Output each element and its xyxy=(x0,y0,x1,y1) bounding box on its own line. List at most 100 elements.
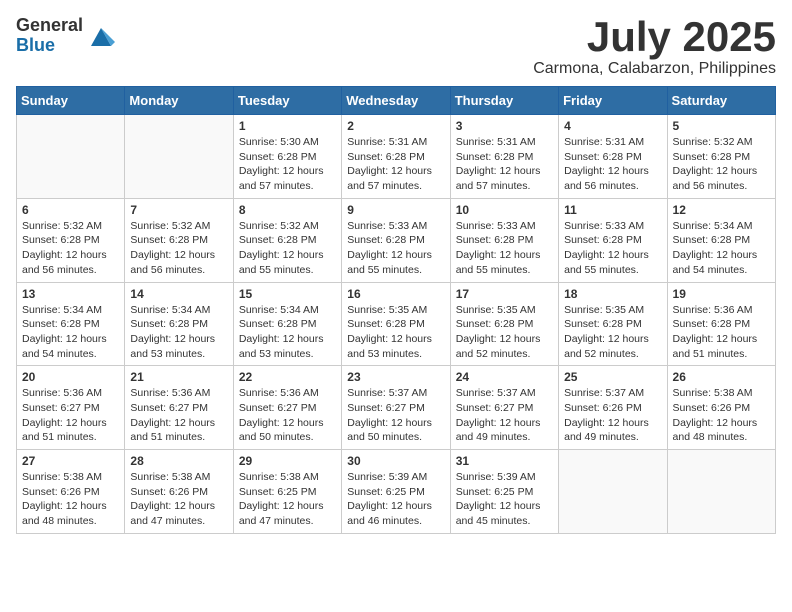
day-info: Sunrise: 5:37 AMSunset: 6:27 PMDaylight:… xyxy=(456,387,541,443)
calendar-cell: 17 Sunrise: 5:35 AMSunset: 6:28 PMDaylig… xyxy=(450,282,558,366)
day-number: 28 xyxy=(130,454,227,468)
day-info: Sunrise: 5:36 AMSunset: 6:28 PMDaylight:… xyxy=(673,304,758,360)
day-number: 5 xyxy=(673,119,770,133)
day-number: 2 xyxy=(347,119,444,133)
calendar-cell: 29 Sunrise: 5:38 AMSunset: 6:25 PMDaylig… xyxy=(233,450,341,534)
day-number: 19 xyxy=(673,287,770,301)
day-info: Sunrise: 5:32 AMSunset: 6:28 PMDaylight:… xyxy=(673,136,758,192)
logo-icon xyxy=(87,22,115,50)
day-number: 15 xyxy=(239,287,336,301)
day-info: Sunrise: 5:35 AMSunset: 6:28 PMDaylight:… xyxy=(564,304,649,360)
calendar-cell: 20 Sunrise: 5:36 AMSunset: 6:27 PMDaylig… xyxy=(17,366,125,450)
day-number: 21 xyxy=(130,370,227,384)
day-number: 3 xyxy=(456,119,553,133)
calendar-cell: 19 Sunrise: 5:36 AMSunset: 6:28 PMDaylig… xyxy=(667,282,775,366)
day-number: 26 xyxy=(673,370,770,384)
calendar-cell: 27 Sunrise: 5:38 AMSunset: 6:26 PMDaylig… xyxy=(17,450,125,534)
day-info: Sunrise: 5:36 AMSunset: 6:27 PMDaylight:… xyxy=(239,387,324,443)
weekday-header-row: SundayMondayTuesdayWednesdayThursdayFrid… xyxy=(17,87,776,115)
week-row: 20 Sunrise: 5:36 AMSunset: 6:27 PMDaylig… xyxy=(17,366,776,450)
calendar-cell: 28 Sunrise: 5:38 AMSunset: 6:26 PMDaylig… xyxy=(125,450,233,534)
day-info: Sunrise: 5:35 AMSunset: 6:28 PMDaylight:… xyxy=(347,304,432,360)
calendar-cell: 16 Sunrise: 5:35 AMSunset: 6:28 PMDaylig… xyxy=(342,282,450,366)
calendar-cell: 26 Sunrise: 5:38 AMSunset: 6:26 PMDaylig… xyxy=(667,366,775,450)
calendar-cell: 7 Sunrise: 5:32 AMSunset: 6:28 PMDayligh… xyxy=(125,198,233,282)
weekday-header: Sunday xyxy=(17,87,125,115)
day-info: Sunrise: 5:32 AMSunset: 6:28 PMDaylight:… xyxy=(239,220,324,276)
day-info: Sunrise: 5:34 AMSunset: 6:28 PMDaylight:… xyxy=(239,304,324,360)
weekday-header: Monday xyxy=(125,87,233,115)
calendar-cell: 18 Sunrise: 5:35 AMSunset: 6:28 PMDaylig… xyxy=(559,282,667,366)
day-info: Sunrise: 5:39 AMSunset: 6:25 PMDaylight:… xyxy=(456,471,541,527)
day-number: 13 xyxy=(22,287,119,301)
day-number: 31 xyxy=(456,454,553,468)
calendar-cell xyxy=(125,115,233,199)
weekday-header: Tuesday xyxy=(233,87,341,115)
day-number: 7 xyxy=(130,203,227,217)
calendar-cell: 5 Sunrise: 5:32 AMSunset: 6:28 PMDayligh… xyxy=(667,115,775,199)
calendar-cell: 2 Sunrise: 5:31 AMSunset: 6:28 PMDayligh… xyxy=(342,115,450,199)
logo: General Blue xyxy=(16,16,115,56)
week-row: 13 Sunrise: 5:34 AMSunset: 6:28 PMDaylig… xyxy=(17,282,776,366)
calendar-cell: 3 Sunrise: 5:31 AMSunset: 6:28 PMDayligh… xyxy=(450,115,558,199)
day-number: 18 xyxy=(564,287,661,301)
weekday-header: Friday xyxy=(559,87,667,115)
day-number: 10 xyxy=(456,203,553,217)
day-number: 12 xyxy=(673,203,770,217)
day-info: Sunrise: 5:36 AMSunset: 6:27 PMDaylight:… xyxy=(22,387,107,443)
day-number: 29 xyxy=(239,454,336,468)
calendar-cell: 23 Sunrise: 5:37 AMSunset: 6:27 PMDaylig… xyxy=(342,366,450,450)
day-number: 25 xyxy=(564,370,661,384)
calendar-table: SundayMondayTuesdayWednesdayThursdayFrid… xyxy=(16,86,776,534)
week-row: 6 Sunrise: 5:32 AMSunset: 6:28 PMDayligh… xyxy=(17,198,776,282)
day-info: Sunrise: 5:32 AMSunset: 6:28 PMDaylight:… xyxy=(130,220,215,276)
weekday-header: Wednesday xyxy=(342,87,450,115)
day-info: Sunrise: 5:30 AMSunset: 6:28 PMDaylight:… xyxy=(239,136,324,192)
week-row: 1 Sunrise: 5:30 AMSunset: 6:28 PMDayligh… xyxy=(17,115,776,199)
day-info: Sunrise: 5:33 AMSunset: 6:28 PMDaylight:… xyxy=(347,220,432,276)
calendar-cell: 9 Sunrise: 5:33 AMSunset: 6:28 PMDayligh… xyxy=(342,198,450,282)
day-info: Sunrise: 5:31 AMSunset: 6:28 PMDaylight:… xyxy=(347,136,432,192)
calendar-cell: 14 Sunrise: 5:34 AMSunset: 6:28 PMDaylig… xyxy=(125,282,233,366)
day-info: Sunrise: 5:33 AMSunset: 6:28 PMDaylight:… xyxy=(564,220,649,276)
calendar-cell: 1 Sunrise: 5:30 AMSunset: 6:28 PMDayligh… xyxy=(233,115,341,199)
day-number: 6 xyxy=(22,203,119,217)
calendar-cell: 10 Sunrise: 5:33 AMSunset: 6:28 PMDaylig… xyxy=(450,198,558,282)
day-number: 1 xyxy=(239,119,336,133)
logo-general-text: General xyxy=(16,16,83,36)
day-number: 22 xyxy=(239,370,336,384)
day-number: 16 xyxy=(347,287,444,301)
day-info: Sunrise: 5:37 AMSunset: 6:26 PMDaylight:… xyxy=(564,387,649,443)
calendar-cell: 24 Sunrise: 5:37 AMSunset: 6:27 PMDaylig… xyxy=(450,366,558,450)
day-info: Sunrise: 5:34 AMSunset: 6:28 PMDaylight:… xyxy=(130,304,215,360)
day-info: Sunrise: 5:38 AMSunset: 6:26 PMDaylight:… xyxy=(130,471,215,527)
day-info: Sunrise: 5:38 AMSunset: 6:26 PMDaylight:… xyxy=(673,387,758,443)
calendar-cell: 13 Sunrise: 5:34 AMSunset: 6:28 PMDaylig… xyxy=(17,282,125,366)
day-info: Sunrise: 5:31 AMSunset: 6:28 PMDaylight:… xyxy=(456,136,541,192)
calendar-cell: 4 Sunrise: 5:31 AMSunset: 6:28 PMDayligh… xyxy=(559,115,667,199)
day-info: Sunrise: 5:35 AMSunset: 6:28 PMDaylight:… xyxy=(456,304,541,360)
calendar-cell: 8 Sunrise: 5:32 AMSunset: 6:28 PMDayligh… xyxy=(233,198,341,282)
day-info: Sunrise: 5:37 AMSunset: 6:27 PMDaylight:… xyxy=(347,387,432,443)
day-number: 14 xyxy=(130,287,227,301)
day-number: 30 xyxy=(347,454,444,468)
calendar-cell: 12 Sunrise: 5:34 AMSunset: 6:28 PMDaylig… xyxy=(667,198,775,282)
calendar-cell: 30 Sunrise: 5:39 AMSunset: 6:25 PMDaylig… xyxy=(342,450,450,534)
day-number: 24 xyxy=(456,370,553,384)
calendar-cell: 15 Sunrise: 5:34 AMSunset: 6:28 PMDaylig… xyxy=(233,282,341,366)
day-number: 27 xyxy=(22,454,119,468)
day-number: 20 xyxy=(22,370,119,384)
location-title: Carmona, Calabarzon, Philippines xyxy=(533,60,776,78)
day-number: 9 xyxy=(347,203,444,217)
title-block: July 2025 Carmona, Calabarzon, Philippin… xyxy=(533,16,776,78)
day-info: Sunrise: 5:34 AMSunset: 6:28 PMDaylight:… xyxy=(673,220,758,276)
day-info: Sunrise: 5:33 AMSunset: 6:28 PMDaylight:… xyxy=(456,220,541,276)
day-info: Sunrise: 5:38 AMSunset: 6:26 PMDaylight:… xyxy=(22,471,107,527)
week-row: 27 Sunrise: 5:38 AMSunset: 6:26 PMDaylig… xyxy=(17,450,776,534)
day-number: 4 xyxy=(564,119,661,133)
day-info: Sunrise: 5:38 AMSunset: 6:25 PMDaylight:… xyxy=(239,471,324,527)
calendar-cell: 22 Sunrise: 5:36 AMSunset: 6:27 PMDaylig… xyxy=(233,366,341,450)
day-info: Sunrise: 5:32 AMSunset: 6:28 PMDaylight:… xyxy=(22,220,107,276)
month-title: July 2025 xyxy=(533,16,776,58)
calendar-cell xyxy=(17,115,125,199)
